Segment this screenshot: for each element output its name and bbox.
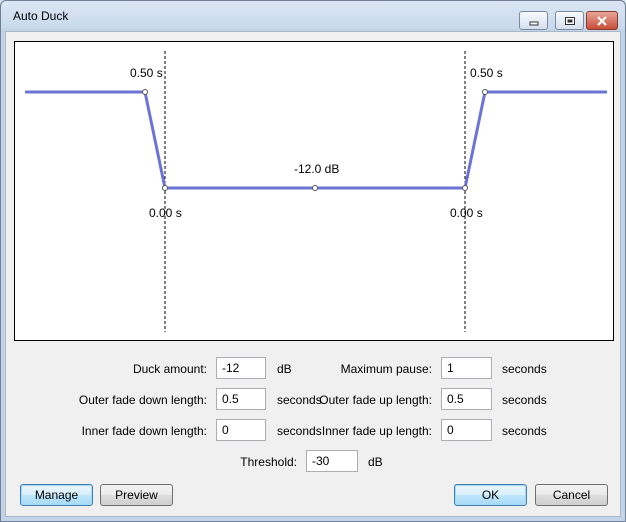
amount-label: -12.0 dB: [294, 162, 340, 176]
title-bar[interactable]: Auto Duck: [1, 1, 625, 31]
threshold-label: Threshold:: [240, 455, 297, 469]
duck-amount-label: Duck amount:: [132, 362, 207, 376]
minimize-button[interactable]: [519, 11, 548, 30]
ok-button[interactable]: OK: [454, 484, 527, 506]
outer-fade-up-unit: seconds: [502, 393, 547, 407]
outer-fade-down-label: Outer fade down length:: [78, 393, 207, 407]
auto-duck-window: Auto Duck 0.50 s 0.50 s -12.0 dB 0.00 s …: [0, 0, 626, 522]
outer-fade-down-handle[interactable]: [142, 89, 148, 95]
outer-fade-up-handle[interactable]: [482, 89, 488, 95]
manage-button[interactable]: Manage: [20, 484, 93, 506]
duck-amount-handle[interactable]: [312, 185, 318, 191]
window-title: Auto Duck: [13, 9, 69, 23]
inner-fade-down-unit: seconds: [277, 424, 322, 438]
maximize-button[interactable]: [555, 11, 584, 30]
duck-amount-field[interactable]: [216, 357, 266, 379]
inner-fade-up-field[interactable]: [441, 419, 492, 441]
close-button[interactable]: [586, 11, 618, 30]
maximize-icon: [564, 16, 575, 25]
outer-fade-up-field[interactable]: [441, 388, 492, 410]
duck-envelope-graph[interactable]: 0.50 s 0.50 s -12.0 dB 0.00 s 0.00 s: [14, 41, 614, 341]
threshold-unit: dB: [368, 455, 383, 469]
inner-fade-down-label: Inner fade down length:: [81, 424, 207, 438]
duck-amount-unit: dB: [277, 362, 292, 376]
outer-fade-down-unit: seconds: [277, 393, 322, 407]
cancel-button[interactable]: Cancel: [535, 484, 608, 506]
right-inner-label: 0.00 s: [450, 206, 483, 220]
minimize-icon: [529, 21, 538, 25]
inner-fade-up-handle[interactable]: [462, 185, 468, 191]
close-icon: [597, 15, 607, 26]
left-outer-label: 0.50 s: [130, 66, 163, 80]
outer-fade-up-label: Outer fade up length:: [319, 393, 432, 407]
maximum-pause-label: Maximum pause:: [340, 362, 432, 376]
inner-fade-up-unit: seconds: [502, 424, 547, 438]
maximum-pause-field[interactable]: [441, 357, 492, 379]
inner-fade-up-label: Inner fade up length:: [321, 424, 432, 438]
outer-fade-down-field[interactable]: [216, 388, 266, 410]
left-inner-label: 0.00 s: [149, 206, 182, 220]
inner-fade-down-handle[interactable]: [162, 185, 168, 191]
envelope-svg: [25, 51, 607, 332]
right-outer-label: 0.50 s: [470, 66, 503, 80]
dialog-client: 0.50 s 0.50 s -12.0 dB 0.00 s 0.00 s Duc…: [5, 31, 621, 517]
inner-fade-down-field[interactable]: [216, 419, 266, 441]
threshold-field[interactable]: [306, 450, 358, 472]
preview-button[interactable]: Preview: [100, 484, 173, 506]
maximum-pause-unit: seconds: [502, 362, 547, 376]
